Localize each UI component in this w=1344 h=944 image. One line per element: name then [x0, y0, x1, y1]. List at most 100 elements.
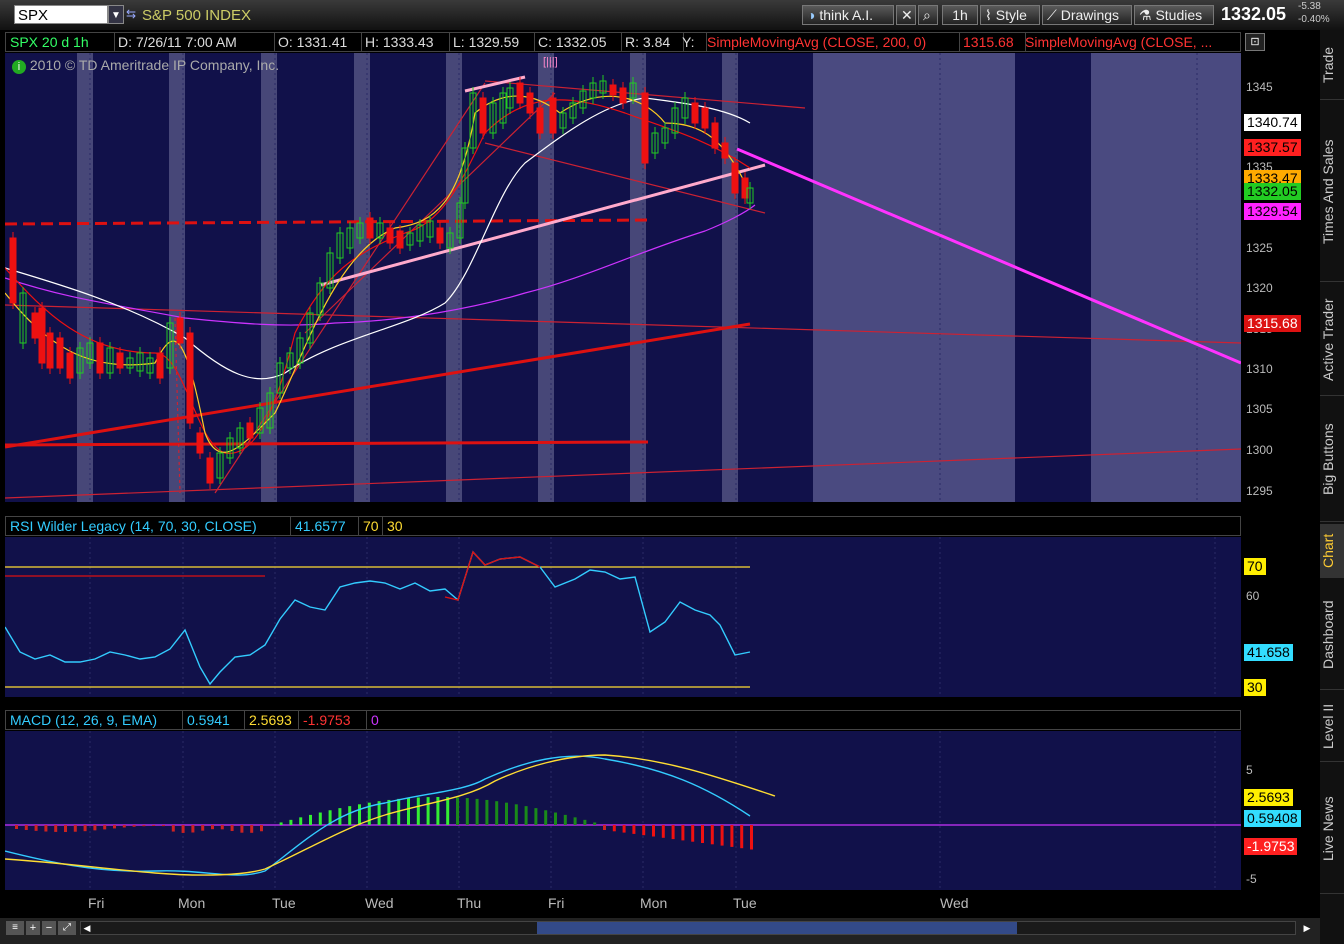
macd-tag-avg: 2.5693	[1244, 789, 1293, 806]
right-tab-bar: Trade Times And Sales Active Trader Big But…	[1320, 30, 1344, 944]
bottom-bar: ≡ + − ⤢ ◀ ▶	[0, 918, 1320, 944]
price-axis-label: 1305	[1246, 402, 1273, 416]
macd-bar	[505, 802, 508, 825]
scroll-left-icon[interactable]: ◀	[80, 921, 94, 935]
right-tab-level-ii[interactable]: Level II	[1320, 692, 1344, 762]
macd-bar	[83, 825, 87, 832]
macd-bar	[34, 825, 38, 831]
scrollbar-thumb[interactable]	[537, 922, 1017, 934]
symbol-input[interactable]: SPX	[14, 5, 108, 24]
candle-body	[701, 107, 709, 129]
rsi-chart[interactable]	[5, 537, 1241, 697]
macd-bar	[740, 825, 744, 849]
studies-button[interactable]: ⚗ Studies	[1134, 5, 1214, 25]
price-axis-label: 1310	[1246, 362, 1273, 376]
macd-bar	[15, 825, 18, 829]
macd-bar	[64, 825, 67, 832]
macd-bar	[260, 825, 263, 832]
candle-body	[366, 217, 374, 239]
macd-bar	[230, 825, 234, 832]
right-tab-times-and-sales[interactable]: Times And Sales	[1320, 102, 1344, 282]
right-tab-trade[interactable]: Trade	[1320, 30, 1344, 100]
zoom-tool-icon[interactable]: ⌕	[918, 5, 938, 25]
macd-bar	[681, 825, 685, 841]
macd-axis-5: 5	[1246, 763, 1253, 777]
right-tab-active-trader[interactable]: Active Trader	[1320, 284, 1344, 396]
candle-body	[619, 87, 627, 104]
macd-bar	[181, 825, 185, 833]
macd-bar	[563, 814, 567, 825]
macd-bar	[132, 825, 136, 827]
candle-body	[386, 227, 394, 244]
candle-body	[526, 92, 534, 114]
think-ai-icon: ◑	[807, 7, 816, 23]
studies-label: Studies	[1155, 7, 1203, 23]
think-ai-label: think A.I.	[819, 7, 874, 23]
style-button[interactable]: ⌇ Style	[980, 5, 1040, 25]
macd-bar	[426, 797, 430, 825]
chart-settings-icon[interactable]: ⊡	[1245, 33, 1265, 51]
sma200-label[interactable]: SimpleMovingAvg (CLOSE, 200, 0)	[703, 33, 960, 51]
candle-body	[516, 82, 524, 104]
macd-bar	[44, 825, 48, 832]
chart-period[interactable]: SPX 20 d 1h	[6, 33, 115, 51]
macd-bar	[152, 825, 156, 827]
scroll-right-icon[interactable]: ▶	[1300, 921, 1314, 935]
crosshair-tool-icon[interactable]: ✕	[896, 5, 916, 25]
zoom-out-icon[interactable]: −	[42, 921, 56, 935]
price-tag: 1340.74	[1244, 114, 1301, 131]
chart-menu-icon[interactable]: ≡	[6, 921, 24, 935]
horizontal-scrollbar[interactable]	[80, 921, 1296, 935]
macd-bar	[612, 825, 616, 832]
right-tab-chart[interactable]: Chart	[1320, 524, 1344, 578]
macd-value: 0.5941	[182, 711, 230, 729]
candle-body	[549, 97, 557, 134]
link-icon[interactable]: ⇆	[126, 5, 140, 24]
price-chart[interactable]: [|||]	[5, 53, 1241, 502]
macd-bar	[211, 825, 214, 830]
macd-bar	[113, 825, 116, 829]
symbol-dropdown-icon[interactable]: ▼	[108, 5, 124, 24]
time-axis-label: Wed	[940, 895, 969, 911]
macd-title[interactable]: MACD (12, 26, 9, EMA)	[10, 711, 157, 729]
macd-chart[interactable]	[5, 731, 1241, 890]
rsi-title[interactable]: RSI Wilder Legacy (14, 70, 30, CLOSE)	[10, 517, 257, 535]
drawings-button[interactable]: ⟋ Drawings	[1042, 5, 1132, 25]
macd-bar	[318, 812, 322, 825]
info-icon[interactable]: i	[12, 60, 26, 74]
macd-bar	[122, 825, 126, 828]
macd-bar	[603, 825, 606, 830]
macd-bar	[191, 825, 195, 833]
candle-body	[711, 122, 719, 149]
macd-avg: 2.5693	[244, 711, 292, 729]
candle-body	[436, 227, 444, 244]
macd-header: MACD (12, 26, 9, EMA) 0.5941 2.5693 -1.9…	[5, 710, 1241, 730]
right-tab-big-buttons[interactable]: Big Buttons	[1320, 398, 1344, 522]
candle-body	[609, 84, 617, 96]
rsi-tag-value: 41.658	[1244, 644, 1293, 661]
candle-body	[721, 142, 729, 159]
rsi-tag-70: 70	[1244, 558, 1266, 575]
think-ai-button[interactable]: ◑ think A.I.	[802, 5, 894, 25]
macd-bar	[416, 797, 420, 825]
candle-body	[186, 332, 194, 424]
candle-body	[66, 352, 74, 379]
bar-close: C: 1332.05	[534, 33, 622, 51]
time-axis-label: Tue	[733, 895, 757, 911]
rsi-overbought: 70	[358, 517, 379, 535]
percent-change: -0.40%	[1298, 14, 1330, 25]
candle-body	[206, 457, 214, 484]
right-tab-live-news[interactable]: Live News	[1320, 764, 1344, 894]
sma2-label[interactable]: SimpleMovingAvg (CLOSE, ...	[1021, 33, 1241, 51]
macd-bar	[632, 825, 636, 834]
macd-bar	[24, 825, 28, 830]
expand-icon[interactable]: ⤢	[58, 921, 76, 935]
timeframe-button[interactable]: 1h	[942, 5, 978, 25]
right-tab-dashboard[interactable]: Dashboard	[1320, 580, 1344, 690]
macd-bar	[348, 806, 352, 825]
zoom-in-icon[interactable]: +	[26, 921, 40, 935]
bar-low: L: 1329.59	[449, 33, 535, 51]
macd-bar	[309, 814, 312, 825]
candle-body	[156, 352, 164, 379]
macd-bar	[456, 797, 459, 825]
